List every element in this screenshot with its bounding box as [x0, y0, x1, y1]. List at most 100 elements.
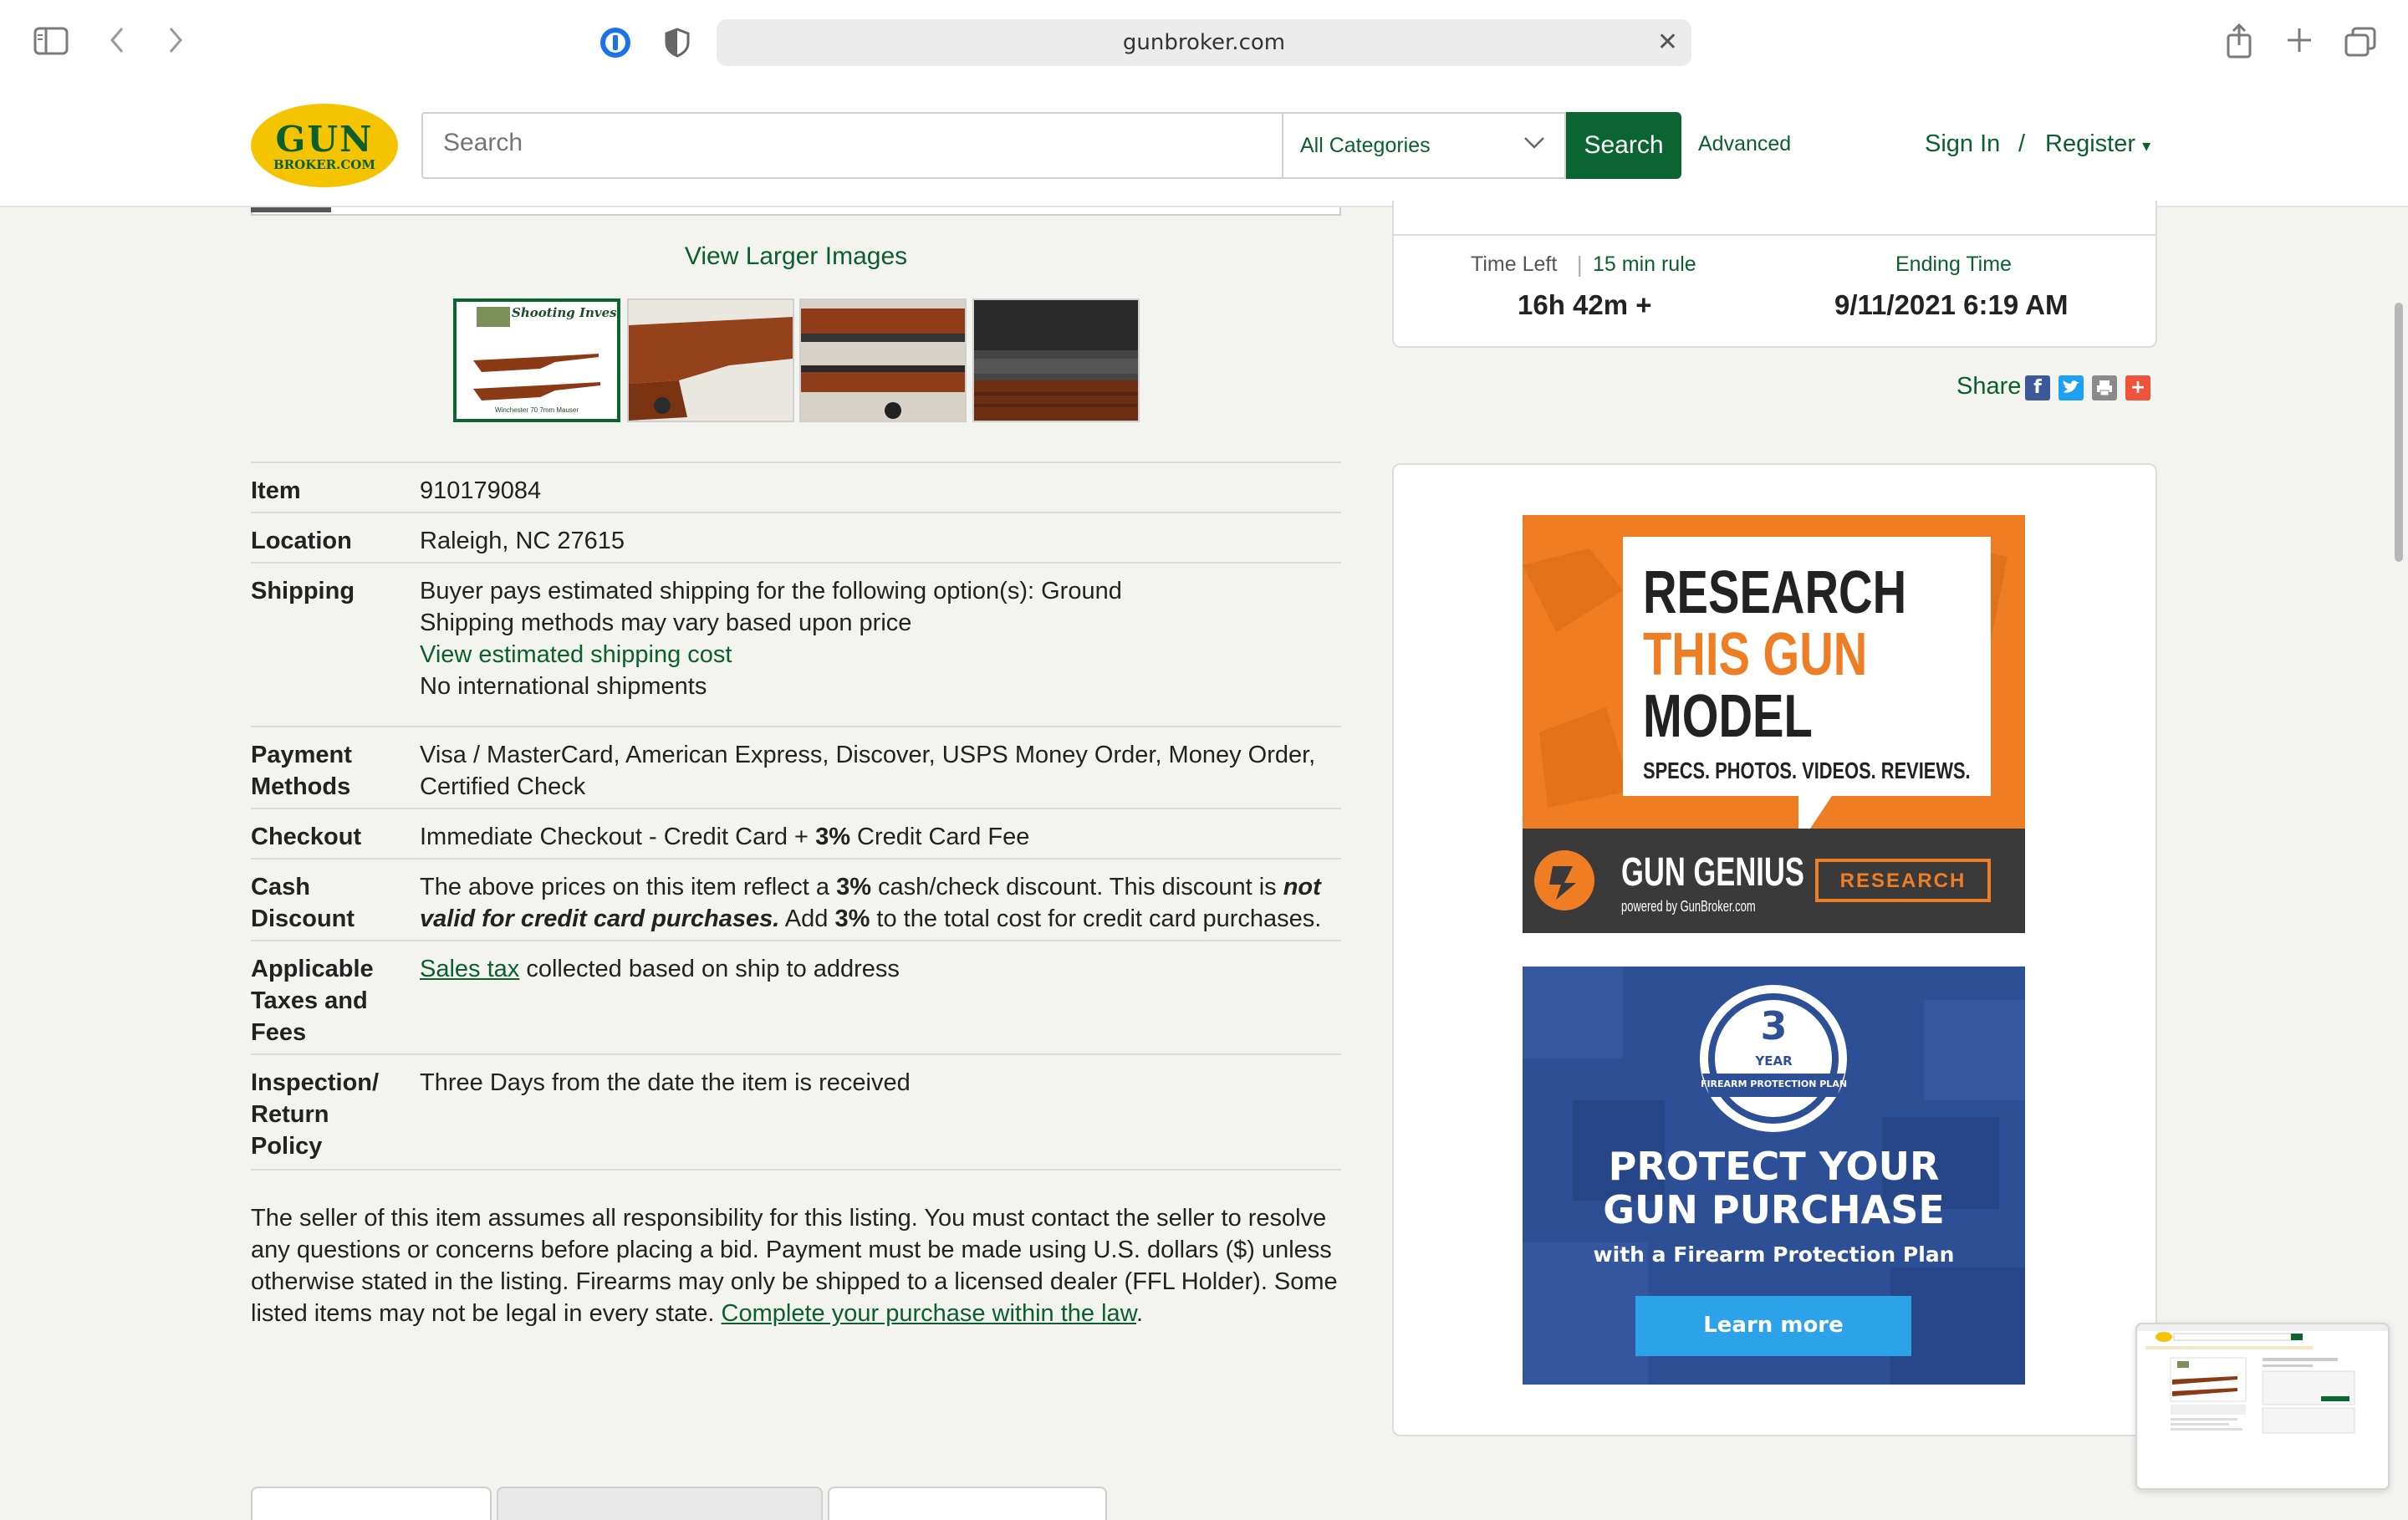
- register-label: Register: [2045, 130, 2135, 157]
- share-label: Share: [1956, 373, 2022, 400]
- privacy-shield-icon[interactable]: [664, 28, 691, 63]
- thumbnail-3[interactable]: [799, 298, 967, 422]
- time-left-value: 16h 42m +: [1518, 289, 1652, 320]
- page-preview-thumbnail[interactable]: [2135, 1323, 2390, 1490]
- address-bar[interactable]: gunbroker.com ✕: [717, 19, 1691, 66]
- more-share-icon[interactable]: +: [2125, 375, 2150, 400]
- payment-line-2: Certified Check: [420, 773, 586, 800]
- twitter-icon[interactable]: [2059, 375, 2084, 400]
- ending-time-label: Ending Time: [1895, 252, 2012, 276]
- label-part: Fees: [251, 1019, 307, 1046]
- page-scrollbar[interactable]: [2395, 303, 2403, 562]
- ad2-badge-number: 3: [1760, 1003, 1788, 1048]
- shipping-line-2: Shipping methods may vary based upon pri…: [420, 610, 912, 636]
- password-manager-icon[interactable]: [599, 26, 632, 64]
- gun-genius-ad[interactable]: RESEARCH THIS GUN MODEL SPECS. PHOTOS. V…: [1523, 515, 2025, 933]
- item-location: Raleigh, NC 27615: [420, 528, 625, 554]
- facebook-icon[interactable]: f: [2025, 375, 2050, 400]
- ad2-badge-year: YEAR: [1755, 1053, 1793, 1069]
- sign-in-link[interactable]: Sign In: [1925, 130, 2000, 158]
- sales-tax-link[interactable]: Sales tax: [420, 956, 519, 982]
- category-select[interactable]: All Categories: [1282, 112, 1566, 179]
- clear-url-icon[interactable]: ✕: [1657, 28, 1678, 57]
- detail-row-payment: Payment Methods Visa / MasterCard, Americ…: [251, 726, 1341, 808]
- chevron-down-icon: [1523, 130, 1546, 160]
- share-page-icon[interactable]: [2226, 23, 2252, 64]
- sidebar-toggle-icon[interactable]: [33, 27, 69, 60]
- thumbnail-1[interactable]: Shooting Investments Winchester 70 7mm M…: [453, 298, 620, 422]
- tab-3[interactable]: [828, 1487, 1107, 1520]
- tab-1[interactable]: [251, 1487, 492, 1520]
- time-left-card: Time Left | 15 min rule 16h 42m + Ending…: [1392, 201, 2157, 348]
- register-link[interactable]: Register ▾: [2045, 130, 2150, 158]
- detail-label: Location: [251, 528, 352, 554]
- discount-text: to the total cost for credit card purcha…: [870, 905, 1322, 932]
- tab-overview-icon[interactable]: [2344, 27, 2376, 62]
- detail-row-cash-discount: Cash Discount The above prices on this it…: [251, 858, 1341, 940]
- advanced-search-link[interactable]: Advanced: [1698, 132, 1791, 156]
- label-part: Inspection/: [251, 1069, 380, 1096]
- detail-label: Item: [251, 477, 301, 504]
- ad1-headline-1: RESEARCH: [1643, 559, 1907, 626]
- label-part: Policy: [251, 1133, 323, 1160]
- tab-2[interactable]: [497, 1487, 823, 1520]
- payment-line-1: Visa / MasterCard, American Express, Dis…: [420, 742, 1316, 768]
- ad1-headline-3: MODEL: [1643, 683, 1813, 750]
- ad2-badge-text: FIREARM PROTECTION PLAN: [1700, 1079, 1848, 1089]
- label-part: Discount: [251, 905, 355, 932]
- view-larger-images-link[interactable]: View Larger Images: [251, 242, 1341, 271]
- thumbnail-1-caption: Winchester 70 7mm Mauser: [495, 406, 579, 414]
- search-box[interactable]: [421, 112, 1283, 179]
- logo-text-gun: GUN: [275, 119, 374, 160]
- category-selected: All Categories: [1300, 134, 1431, 157]
- browser-toolbar: gunbroker.com ✕: [0, 0, 2408, 85]
- search-button[interactable]: Search: [1566, 112, 1681, 179]
- logo-text-broker: BROKER.COM: [273, 157, 375, 172]
- detail-row-return-policy: Inspection/Return Policy Three Days from …: [251, 1053, 1341, 1171]
- detail-label: Applicable Taxes and Fees: [251, 953, 410, 1048]
- thumbnail-2[interactable]: [627, 298, 794, 422]
- gunbroker-logo[interactable]: GUN BROKER.COM: [251, 104, 398, 187]
- detail-row-shipping: Shipping Buyer pays estimated shipping f…: [251, 562, 1341, 726]
- ad1-headline-2: THIS GUN: [1643, 621, 1868, 688]
- ad1-powered-by: powered by GunBroker.com: [1621, 898, 1756, 915]
- discount-text: cash/check discount. This discount is: [871, 874, 1283, 900]
- cash-discount-info: The above prices on this item reflect a …: [420, 871, 1339, 935]
- back-icon[interactable]: [107, 25, 127, 60]
- new-tab-icon[interactable]: [2286, 27, 2313, 59]
- card-divider: [1394, 234, 2155, 236]
- discount-text: The above prices on this item reflect a: [420, 874, 837, 900]
- detail-label: Payment Methods: [251, 739, 410, 803]
- url-text[interactable]: gunbroker.com: [717, 19, 1691, 66]
- checkout-info: Immediate Checkout - Credit Card + 3% Cr…: [420, 821, 1339, 853]
- ad2-learn-more-button[interactable]: Learn more: [1635, 1313, 1911, 1338]
- discount-pct: 3%: [834, 905, 870, 932]
- main-image-bottom-edge: [251, 207, 1341, 216]
- shipping-info: Buyer pays estimated shipping for the fo…: [420, 575, 1339, 702]
- thumbnail-1-brand: Shooting Investments: [512, 305, 617, 320]
- disclaimer-end: .: [1136, 1300, 1144, 1327]
- thumbnail-4[interactable]: [972, 298, 1140, 422]
- protection-plan-ad[interactable]: 3 YEAR FIREARM PROTECTION PLAN PROTECT Y…: [1523, 967, 2025, 1385]
- shipping-line-1: Buyer pays estimated shipping for the fo…: [420, 578, 1122, 604]
- purchase-law-link[interactable]: Complete your purchase within the law: [722, 1300, 1136, 1327]
- discount-pct: 3%: [836, 874, 871, 900]
- seller-disclaimer: The seller of this item assumes all resp…: [251, 1202, 1341, 1329]
- detail-label: Cash Discount: [251, 871, 410, 935]
- checkout-text: Immediate Checkout - Credit Card +: [420, 824, 816, 850]
- detail-label: Inspection/Return Policy: [251, 1067, 410, 1162]
- caret-down-icon: ▾: [2142, 137, 2151, 156]
- ad1-research-button[interactable]: RESEARCH: [1817, 870, 1989, 893]
- label-part: Return: [251, 1101, 329, 1128]
- payment-methods: Visa / MasterCard, American Express, Dis…: [420, 739, 1339, 803]
- forward-icon[interactable]: [166, 25, 186, 60]
- search-input[interactable]: [443, 129, 1196, 157]
- print-icon[interactable]: [2092, 375, 2117, 400]
- label-part: Cash: [251, 874, 310, 900]
- item-number: 910179084: [420, 477, 542, 504]
- detail-label: Checkout: [251, 824, 362, 850]
- view-shipping-cost-link[interactable]: View estimated shipping cost: [420, 641, 732, 668]
- taxes-text: collected based on ship to address: [519, 956, 900, 982]
- fifteen-min-rule-link[interactable]: 15 min rule: [1593, 252, 1696, 277]
- detail-row-item: Item 910179084: [251, 462, 1341, 512]
